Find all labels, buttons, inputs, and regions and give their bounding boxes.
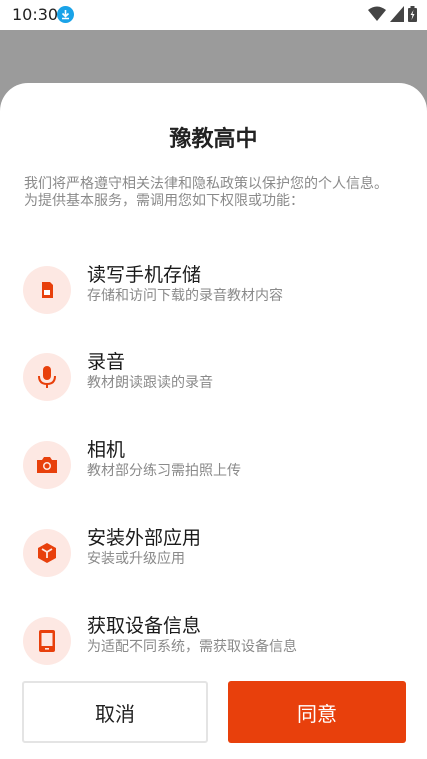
permission-dialog: 豫教高中 我们将严格遵守相关法律和隐私政策以保护您的个人信息。为提供基本服务，需… bbox=[0, 83, 427, 759]
permission-desc: 存储和访问下载的录音教材内容 bbox=[87, 288, 283, 304]
status-icons bbox=[368, 6, 417, 22]
wifi-icon bbox=[368, 6, 386, 21]
permission-title: 获取设备信息 bbox=[87, 615, 202, 637]
signal-icon bbox=[390, 6, 404, 22]
status-bar: 10:30 bbox=[0, 0, 427, 30]
permission-item-camera: 相机 教材部分练习需拍照上传 bbox=[23, 439, 413, 491]
camera-icon bbox=[23, 441, 71, 489]
permission-desc: 安装或升级应用 bbox=[87, 551, 185, 567]
package-icon bbox=[23, 529, 71, 577]
permission-desc: 教材部分练习需拍照上传 bbox=[87, 463, 241, 479]
phone-icon bbox=[23, 617, 71, 665]
storage-icon bbox=[23, 266, 71, 314]
permission-title: 读写手机存储 bbox=[87, 264, 202, 286]
permission-item-microphone: 录音 教材朗读跟读的录音 bbox=[23, 351, 413, 403]
microphone-icon bbox=[23, 353, 71, 401]
permission-item-device: 获取设备信息 为适配不同系统，需获取设备信息 bbox=[23, 615, 413, 667]
download-icon bbox=[57, 6, 74, 23]
permission-item-storage: 读写手机存储 存储和访问下载的录音教材内容 bbox=[23, 264, 413, 316]
permission-desc: 教材朗读跟读的录音 bbox=[87, 375, 213, 391]
status-time: 10:30 bbox=[12, 5, 59, 24]
permission-title: 相机 bbox=[87, 439, 126, 461]
permission-title: 录音 bbox=[87, 351, 126, 373]
permission-title: 安装外部应用 bbox=[87, 527, 202, 549]
battery-icon bbox=[408, 6, 417, 22]
background-overlay[interactable] bbox=[0, 30, 427, 90]
dialog-intro: 我们将严格遵守相关法律和隐私政策以保护您的个人信息。为提供基本服务，需调用您如下… bbox=[24, 176, 388, 209]
permission-desc: 为适配不同系统，需获取设备信息 bbox=[87, 639, 297, 655]
cancel-button[interactable]: 取消 bbox=[22, 681, 208, 743]
dialog-title: 豫教高中 bbox=[169, 127, 258, 152]
agree-button[interactable]: 同意 bbox=[228, 681, 406, 743]
permission-item-install: 安装外部应用 安装或升级应用 bbox=[23, 527, 413, 579]
